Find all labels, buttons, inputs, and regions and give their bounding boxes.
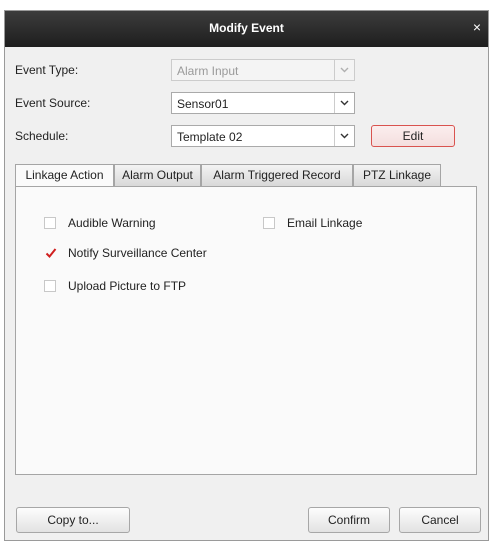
schedule-row: Schedule: Template 02 Edit xyxy=(15,125,475,147)
event-type-value: Alarm Input xyxy=(177,64,239,78)
event-type-label: Event Type: xyxy=(15,63,79,77)
email-linkage-label: Email Linkage xyxy=(287,216,363,230)
tab-alarm-triggered-record[interactable]: Alarm Triggered Record xyxy=(201,164,353,187)
checkbox-box[interactable] xyxy=(44,247,57,259)
cancel-button[interactable]: Cancel xyxy=(399,507,481,533)
notify-surveillance-center-label: Notify Surveillance Center xyxy=(68,246,207,260)
audible-warning-label: Audible Warning xyxy=(68,216,156,230)
upload-picture-ftp-label: Upload Picture to FTP xyxy=(68,279,187,293)
tab-ptz-linkage[interactable]: PTZ Linkage xyxy=(353,164,441,187)
schedule-label: Schedule: xyxy=(15,129,69,143)
chevron-down-icon xyxy=(334,60,354,80)
checkbox-box[interactable] xyxy=(44,217,56,229)
event-source-label: Event Source: xyxy=(15,96,91,110)
audible-warning-checkbox[interactable]: Audible Warning xyxy=(44,216,244,232)
checkbox-box[interactable] xyxy=(263,217,275,229)
edit-schedule-button[interactable]: Edit xyxy=(371,125,455,147)
event-source-select[interactable]: Sensor01 xyxy=(171,92,355,114)
dialog-titlebar[interactable]: Modify Event × xyxy=(5,11,488,47)
tab-linkage-action[interactable]: Linkage Action xyxy=(15,164,114,188)
event-type-row: Event Type: Alarm Input xyxy=(15,59,475,81)
event-type-select: Alarm Input xyxy=(171,59,355,81)
schedule-select[interactable]: Template 02 xyxy=(171,125,355,147)
linkage-action-panel: Audible Warning Email Linkage Notify Sur… xyxy=(15,186,477,475)
chevron-down-icon[interactable] xyxy=(334,126,354,146)
event-source-row: Event Source: Sensor01 xyxy=(15,92,475,114)
notify-surveillance-center-checkbox[interactable]: Notify Surveillance Center xyxy=(44,246,284,262)
upload-picture-ftp-checkbox[interactable]: Upload Picture to FTP xyxy=(44,279,264,295)
email-linkage-checkbox[interactable]: Email Linkage xyxy=(263,216,443,232)
checkmark-icon xyxy=(45,248,57,258)
copy-to-button[interactable]: Copy to... xyxy=(16,507,130,533)
close-icon[interactable]: × xyxy=(470,19,484,35)
confirm-button[interactable]: Confirm xyxy=(308,507,390,533)
schedule-value: Template 02 xyxy=(177,130,243,144)
dialog-title: Modify Event xyxy=(209,21,284,35)
modify-event-dialog: Modify Event × Event Type: Alarm Input E… xyxy=(4,10,489,541)
checkbox-box[interactable] xyxy=(44,280,56,292)
chevron-down-icon[interactable] xyxy=(334,93,354,113)
tab-alarm-output[interactable]: Alarm Output xyxy=(114,164,201,187)
event-source-value: Sensor01 xyxy=(177,97,229,111)
